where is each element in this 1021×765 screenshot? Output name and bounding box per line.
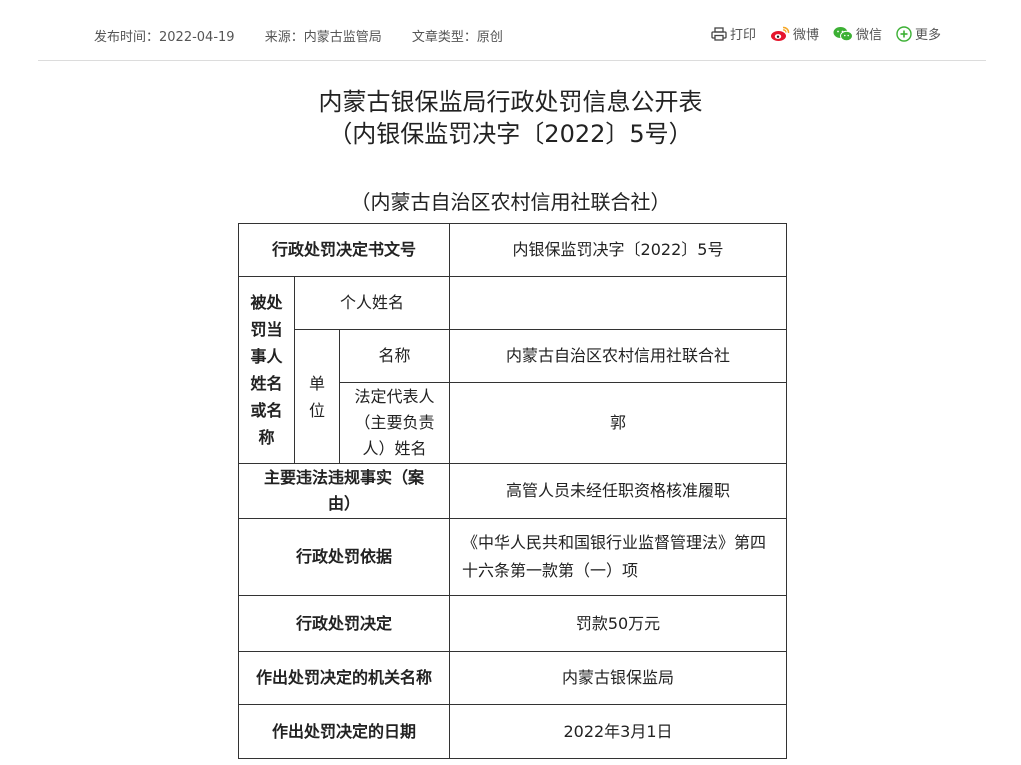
table-row: 作出处罚决定的日期 2022年3月1日 xyxy=(238,704,787,759)
more-label: 更多 xyxy=(914,28,941,43)
table-row: 行政处罚决定 罚款50万元 xyxy=(238,595,787,652)
doc-number-value: 内银保监罚决字〔2022〕5号 xyxy=(449,223,787,277)
weibo-label: 微博 xyxy=(792,28,819,43)
penalty-basis-value: 《中华人民共和国银行业监督管理法》第四十六条第一款第（一）项 xyxy=(449,518,787,596)
printer-icon xyxy=(711,26,727,41)
document-subtitle: （内蒙古自治区农村信用社联合社） xyxy=(350,190,671,214)
weibo-icon xyxy=(770,26,790,41)
article-source: 来源：内蒙古监管局 xyxy=(264,30,382,45)
table-row: 单位 名称 内蒙古自治区农村信用社联合社 xyxy=(239,329,787,464)
title-line-1: 内蒙古银保监局行政处罚信息公开表 xyxy=(318,88,703,116)
wechat-share-button[interactable]: 微信 xyxy=(833,24,882,43)
decision-date-value: 2022年3月1日 xyxy=(449,704,787,759)
share-toolbar: 打印 微博 微信 更多 xyxy=(711,24,941,43)
document-title: 内蒙古银保监局行政处罚信息公开表 （内银保监罚决字〔2022〕5号） xyxy=(0,86,1021,150)
wechat-label: 微信 xyxy=(855,28,882,43)
table-row: 行政处罚决定书文号 内银保监罚决字〔2022〕5号 xyxy=(238,223,787,277)
penalty-basis-label: 行政处罚依据 xyxy=(238,518,450,596)
print-button[interactable]: 打印 xyxy=(711,24,756,43)
penalty-info-table: 行政处罚决定书文号 内银保监罚决字〔2022〕5号 被处罚当事人姓名或名称 个人… xyxy=(238,223,787,759)
unit-name-label: 名称 xyxy=(339,329,450,383)
publish-time: 发布时间：2022-04-19 xyxy=(94,30,235,45)
more-share-button[interactable]: 更多 xyxy=(896,24,941,43)
authority-name-label: 作出处罚决定的机关名称 xyxy=(238,651,450,705)
table-row: 主要违法违规事实（案由） 高管人员未经任职资格核准履职 xyxy=(238,463,787,519)
unit-name-value: 内蒙古自治区农村信用社联合社 xyxy=(449,329,787,383)
plus-circle-icon xyxy=(896,25,912,42)
wechat-icon xyxy=(833,26,853,41)
violation-facts-label: 主要违法违规事实（案由） xyxy=(238,463,450,519)
table-row: 作出处罚决定的机关名称 内蒙古银保监局 xyxy=(238,651,787,705)
penalized-party-label: 被处罚当事人姓名或名称 xyxy=(238,276,295,464)
legal-representative-label: 法定代表人（主要负责人）姓名 xyxy=(339,382,450,464)
table-row: 行政处罚依据 《中华人民共和国银行业监督管理法》第四十六条第一款第（一）项 xyxy=(238,518,787,596)
print-label: 打印 xyxy=(729,28,756,43)
person-name-label: 个人姓名 xyxy=(294,276,450,330)
person-name-value xyxy=(449,276,787,330)
violation-facts-value: 高管人员未经任职资格核准履职 xyxy=(449,463,787,519)
authority-name-value: 内蒙古银保监局 xyxy=(449,651,787,705)
unit-label: 单位 xyxy=(294,329,340,464)
article-meta-info: 发布时间：2022-04-19 来源：内蒙古监管局 文章类型：原创 xyxy=(94,26,529,45)
penalty-decision-label: 行政处罚决定 xyxy=(238,595,450,652)
title-line-2: （内银保监罚决字〔2022〕5号） xyxy=(328,120,693,148)
legal-representative-value: 郭 xyxy=(449,382,787,464)
article-meta-bar: 发布时间：2022-04-19 来源：内蒙古监管局 文章类型：原创 打印 微博 xyxy=(38,0,986,61)
table-row: 被处罚当事人姓名或名称 个人姓名 xyxy=(238,276,787,464)
decision-date-label: 作出处罚决定的日期 xyxy=(238,704,450,759)
article-type: 文章类型：原创 xyxy=(411,30,503,45)
doc-number-label: 行政处罚决定书文号 xyxy=(238,223,450,277)
penalty-decision-value: 罚款50万元 xyxy=(449,595,787,652)
weibo-share-button[interactable]: 微博 xyxy=(770,24,819,43)
